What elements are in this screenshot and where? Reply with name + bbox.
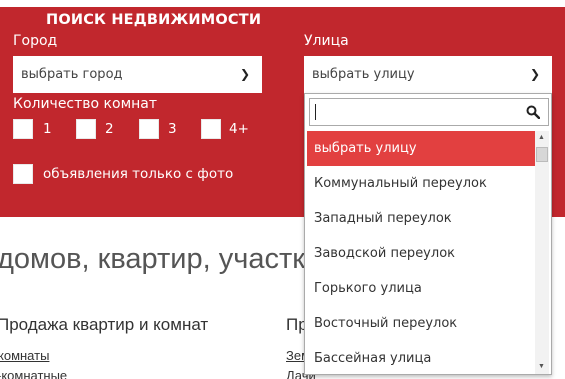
street-dropdown: выбрать улицу Коммунальный переулок Западн… xyxy=(304,93,552,375)
street-options-list: выбрать улицу Коммунальный переулок Западн… xyxy=(307,131,535,374)
scrollbar[interactable]: ▲ ▼ xyxy=(535,131,549,374)
rooms-2-label: 2 xyxy=(105,121,114,137)
rooms-4plus-label: 4+ xyxy=(229,121,249,137)
street-option[interactable]: выбрать улицу xyxy=(307,131,535,166)
photo-only-checkbox[interactable] xyxy=(13,164,33,184)
link-apartments[interactable]: -комнатные xyxy=(0,368,67,379)
street-option[interactable]: Заводской переулок xyxy=(307,236,535,271)
rooms-label: Количество комнат xyxy=(13,96,158,112)
chevron-down-icon: ❯ xyxy=(529,67,540,81)
street-label: Улица xyxy=(304,33,349,49)
street-option[interactable]: Коммунальный переулок xyxy=(307,166,535,201)
photo-only-label: объявления только с фото xyxy=(43,166,234,182)
text-caret xyxy=(315,104,316,120)
scroll-down-arrow-icon[interactable]: ▼ xyxy=(538,363,545,370)
street-option[interactable]: Восточный переулок xyxy=(307,306,535,341)
street-option[interactable]: Бассейная улица xyxy=(307,341,535,374)
rooms-2-checkbox[interactable] xyxy=(76,119,96,139)
rooms-3-label: 3 xyxy=(168,121,177,137)
scrollbar-thumb[interactable] xyxy=(536,147,548,162)
page-heading: домов, квартир, участк xyxy=(0,243,305,275)
search-icon xyxy=(526,105,540,119)
city-label: Город xyxy=(13,33,58,49)
rooms-4plus-checkbox[interactable] xyxy=(201,119,221,139)
street-option[interactable]: Горького улица xyxy=(307,271,535,306)
city-select[interactable]: выбрать город ❯ xyxy=(13,56,262,93)
city-select-value: выбрать город xyxy=(21,67,123,82)
rooms-1-label: 1 xyxy=(43,121,52,137)
street-select[interactable]: выбрать улицу ❯ xyxy=(304,56,552,93)
rooms-3-checkbox[interactable] xyxy=(139,119,159,139)
chevron-down-icon: ❯ xyxy=(239,67,250,81)
scroll-up-arrow-icon[interactable]: ▲ xyxy=(538,134,545,141)
search-title: ПОИСК НЕДВИЖИМОСТИ xyxy=(46,12,262,28)
street-select-value: выбрать улицу xyxy=(312,67,415,82)
street-search-input[interactable] xyxy=(309,98,549,126)
rooms-1-checkbox[interactable] xyxy=(13,119,33,139)
link-rooms[interactable]: комнаты xyxy=(0,348,49,363)
column1-title: Продажа квартир и комнат xyxy=(0,315,209,334)
street-option[interactable]: Западный переулок xyxy=(307,201,535,236)
